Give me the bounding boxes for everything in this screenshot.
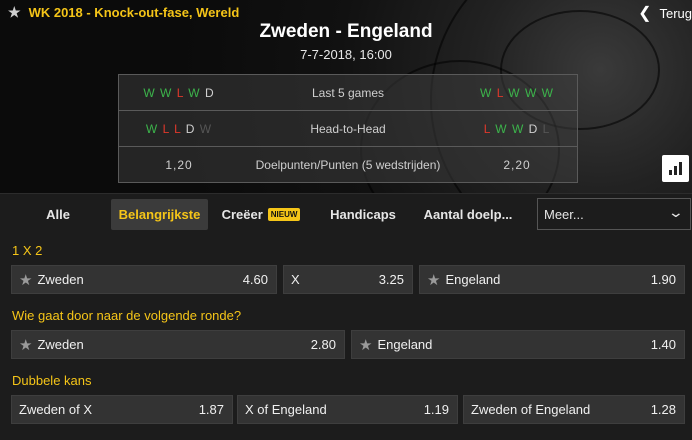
match-title: Zweden - Engeland (259, 21, 433, 42)
form-result: W (524, 85, 538, 100)
back-button[interactable]: ❮ Terug (638, 3, 692, 23)
tab-label: Belangrijkste (118, 207, 201, 222)
form-result: W (145, 121, 159, 136)
odd-button[interactable]: ★ Zweden 4.60 (11, 265, 277, 294)
odd-button[interactable]: ★ Engeland 1.90 (419, 265, 685, 294)
form-result: W (199, 121, 213, 136)
bar-chart-icon (679, 162, 682, 175)
form-result: L (162, 121, 170, 136)
odd-price: 3.25 (378, 272, 404, 287)
tab-label: Aantal doelp... (423, 207, 513, 222)
form-result: W (188, 85, 201, 100)
odd-label: Zweden (37, 337, 84, 352)
odd-label: Zweden of Engeland (471, 402, 591, 417)
form-result: D (204, 85, 215, 100)
odd-label: Engeland (445, 272, 501, 287)
competition-label: WK 2018 - Knock-out-fase, Wereld (28, 5, 240, 20)
odd-price: 1.90 (650, 272, 676, 287)
odd-price: 2.80 (310, 337, 336, 352)
tab-creeer[interactable]: Creëer NIEUW (218, 199, 304, 230)
bar-chart-icon (674, 166, 677, 175)
star-icon[interactable]: ★ (19, 336, 32, 354)
form-result: L (542, 121, 551, 136)
odd-button[interactable]: X 3.25 (283, 265, 413, 294)
home-goals-value: 1,20 (165, 158, 193, 172)
odd-button[interactable]: Zweden of X 1.87 (11, 395, 233, 424)
odd-price: 4.60 (242, 272, 268, 287)
form-result: W (160, 85, 173, 100)
form-result: W (143, 85, 156, 100)
odd-price: 1.28 (650, 402, 676, 417)
form-result: L (483, 121, 491, 136)
form-result: D (185, 121, 196, 136)
form-result: D (528, 121, 539, 136)
form-result: W (508, 85, 521, 100)
odd-label: X (291, 272, 300, 287)
market-title-double-chance: Dubbele kans (12, 373, 92, 388)
match-date: 7-7-2018, 16:00 (300, 47, 392, 62)
odd-button[interactable]: Zweden of Engeland 1.28 (463, 395, 685, 424)
star-icon[interactable]: ★ (19, 271, 32, 289)
tab-label: Alle (46, 207, 70, 222)
new-badge: NIEUW (267, 208, 301, 221)
tab-belangrijkste[interactable]: Belangrijkste (111, 199, 208, 230)
odd-label: Engeland (377, 337, 433, 352)
away-form: W L W W W (457, 86, 577, 100)
stats-panel: W W L W D Last 5 games W L W W W W L L D… (118, 74, 578, 183)
tab-label: Creëer (221, 207, 263, 222)
tab-aantal-doelpunten[interactable]: Aantal doelp... (418, 199, 518, 230)
market-title-next-round: Wie gaat door naar de volgende ronde? (12, 308, 242, 323)
stat-label: Head-to-Head (310, 121, 386, 136)
home-form: W L L D W (119, 122, 239, 136)
form-result: W (541, 85, 554, 100)
form-result: L (176, 85, 184, 100)
home-form: W W L W D (119, 86, 239, 100)
back-label: Terug (659, 5, 692, 21)
away-form: L W W D L (457, 122, 577, 136)
odd-label: X of Engeland (245, 402, 327, 417)
odd-price: 1.40 (650, 337, 676, 352)
tab-handicaps[interactable]: Handicaps (323, 199, 403, 230)
match-header: ★ WK 2018 - Knock-out-fase, Wereld ❮ Ter… (0, 0, 692, 193)
stat-row-h2h: W L L D W Head-to-Head L W W D L (119, 111, 577, 147)
odd-price: 1.87 (198, 402, 224, 417)
stat-label: Doelpunten/Punten (5 wedstrijden) (255, 158, 441, 172)
chevron-down-icon: ⌄ (667, 204, 685, 220)
odd-label: Zweden (37, 272, 84, 287)
market-tabs: Alle Belangrijkste Creëer NIEUW Handicap… (0, 193, 692, 235)
tab-alle[interactable]: Alle (30, 199, 86, 230)
odd-price: 1.19 (423, 402, 449, 417)
star-icon[interactable]: ★ (427, 271, 440, 289)
stat-row-last5: W W L W D Last 5 games W L W W W (119, 75, 577, 111)
odd-button[interactable]: X of Engeland 1.19 (237, 395, 458, 424)
form-result: L (496, 85, 504, 100)
odd-label: Zweden of X (19, 402, 92, 417)
competition-title[interactable]: ★ WK 2018 - Knock-out-fase, Wereld (8, 4, 239, 21)
form-result: W (480, 85, 493, 100)
select-value: Meer... (544, 206, 584, 222)
form-result: W (495, 121, 508, 136)
away-goals-value: 2,20 (503, 158, 531, 172)
bar-chart-icon (669, 170, 672, 175)
tab-label: Handicaps (330, 207, 396, 222)
odd-button[interactable]: ★ Engeland 1.40 (351, 330, 685, 359)
stat-label: Last 5 games (311, 85, 385, 100)
market-title-1x2: 1 X 2 (12, 243, 43, 258)
form-result: W (511, 121, 525, 136)
stat-row-goals: 1,20 Doelpunten/Punten (5 wedstrijden) 2… (119, 147, 577, 183)
chevron-left-icon: ❮ (638, 5, 652, 22)
star-icon[interactable]: ★ (8, 4, 21, 21)
form-result: L (174, 121, 182, 136)
stats-button[interactable] (662, 155, 689, 182)
star-icon[interactable]: ★ (359, 336, 372, 354)
more-markets-select[interactable]: Meer... ⌄ (537, 198, 691, 230)
odd-button[interactable]: ★ Zweden 2.80 (11, 330, 345, 359)
